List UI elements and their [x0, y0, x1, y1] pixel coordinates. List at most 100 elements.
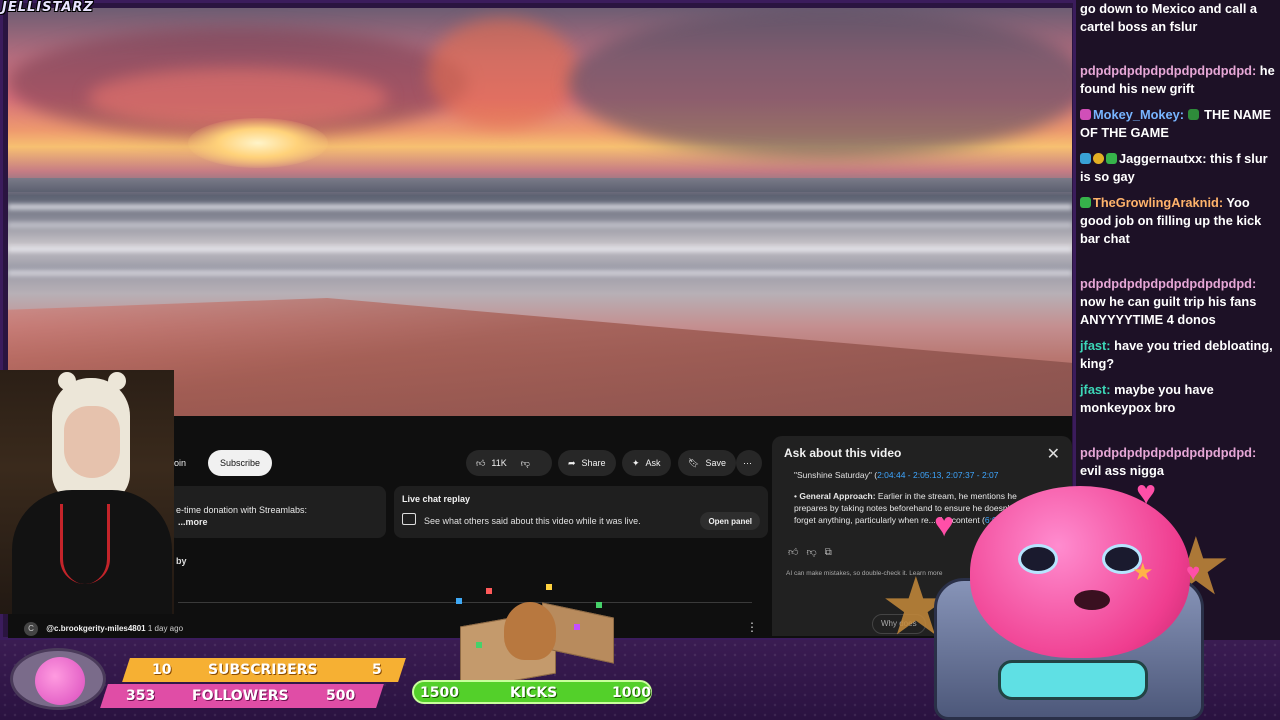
- mascot-eye: [1018, 544, 1058, 574]
- save-button[interactable]: 🔖︎ Save: [678, 450, 736, 476]
- ocean-wave: [8, 270, 1072, 276]
- live-chat-replay-card: Live chat replay See what others said ab…: [394, 486, 768, 538]
- heart-icon: ♥: [1136, 474, 1157, 512]
- followers-label: FOLLOWERS: [192, 688, 289, 704]
- close-icon[interactable]: ✕: [1047, 444, 1060, 464]
- comment-header: C @c.brookgerity-miles4801 1 day ago: [24, 622, 183, 636]
- lanyard: [60, 504, 110, 584]
- confetti: [476, 642, 482, 648]
- channel-logo: JELLISTARZ: [2, 0, 94, 15]
- more-horizontal-icon: ⋯: [743, 457, 752, 468]
- cat-icon: [504, 602, 556, 660]
- star-badge-icon: [1080, 109, 1091, 120]
- video-player[interactable]: [8, 8, 1072, 416]
- ocean-wave: [8, 246, 1072, 252]
- kicks-current: 1500: [420, 685, 459, 701]
- subscribers-target: 5: [372, 662, 382, 678]
- kicks-goal-bar: 1500 KICKS 1000: [412, 680, 652, 704]
- chat-message: jfast: maybe you have monkeypox bro: [1080, 381, 1278, 417]
- ocean-wave: [8, 222, 1072, 228]
- confetti: [546, 584, 552, 590]
- one-badge-icon: [1093, 153, 1104, 164]
- thumbs-down-icon[interactable]: 👎︎: [521, 458, 530, 469]
- chat-username[interactable]: pdpdpdpdpdpdpdpdpdpdpd:: [1080, 276, 1256, 291]
- query-prefix: "Sunshine Saturday" (: [794, 470, 878, 480]
- confetti: [574, 624, 580, 630]
- sky-cloud: [428, 18, 578, 128]
- like-count: 11K: [491, 458, 507, 468]
- sky-cloud: [568, 8, 1072, 158]
- sparkle-icon: ✦: [632, 457, 640, 468]
- sub-badge-icon: [1080, 153, 1091, 164]
- chat-username[interactable]: Jaggernautxx:: [1119, 151, 1206, 166]
- chat-message: Mokey_Mokey: THE NAME OF THE GAME: [1080, 106, 1278, 142]
- subscribe-button[interactable]: Subscribe: [208, 450, 273, 476]
- streamer-face: [64, 406, 120, 478]
- channel-avatar: [10, 648, 106, 710]
- star-badge-icon: [1080, 197, 1091, 208]
- sunset-sun: [188, 118, 328, 168]
- mascot-screen: [998, 660, 1148, 700]
- byline: by: [176, 556, 187, 566]
- feedback-icons[interactable]: 👍︎👎︎⧉: [788, 546, 840, 558]
- chat-username[interactable]: pdpdpdpdpdpdpdpdpdpdpd:: [1080, 445, 1256, 460]
- share-label: Share: [581, 458, 606, 468]
- kicks-label: KICKS: [510, 685, 558, 701]
- open-panel-button[interactable]: Open panel: [700, 512, 760, 530]
- chat-username[interactable]: jfast:: [1080, 338, 1111, 353]
- confetti: [486, 588, 492, 594]
- hat-ear: [108, 372, 126, 390]
- kicks-target: 1000: [612, 685, 651, 701]
- chat-message: go down to Mexico and call a cartel boss…: [1080, 0, 1278, 36]
- chat-message: Jaggernautxx: this f slur is so gay: [1080, 150, 1278, 186]
- commenter-avatar[interactable]: C: [24, 622, 38, 636]
- stream-overlay: JELLISTARZ oin Subscribe 👍︎ 11K 👎︎ ➦ Sha…: [0, 0, 1280, 720]
- share-icon: ➦: [568, 457, 576, 468]
- heart-icon: ♥: [1186, 559, 1201, 586]
- ocean-wave: [8, 204, 1072, 210]
- description-more-link[interactable]: ...more: [176, 516, 386, 528]
- mascot-body: [970, 486, 1190, 658]
- jelly-mascot: ♥ ♥ ♥ ★: [914, 470, 1234, 720]
- description-text: e-time donation with Streamlabs:: [176, 505, 308, 515]
- chat-message: TheGrowlingAraknid: Yoo good job on fill…: [1080, 194, 1278, 248]
- green-emote-icon: [1187, 109, 1199, 120]
- chat-username[interactable]: Mokey_Mokey:: [1093, 107, 1184, 122]
- star-icon: ★: [1132, 559, 1154, 586]
- star-badge-icon: [1106, 153, 1117, 164]
- live-chat-subtitle: See what others said about this video wh…: [424, 516, 641, 526]
- share-button[interactable]: ➦ Share: [558, 450, 616, 476]
- ocean-horizon: [8, 178, 1072, 192]
- chat-icon: [402, 513, 416, 525]
- jelly-mascot-icon: [35, 657, 85, 705]
- commenter-handle[interactable]: @c.brookgerity-miles4801: [46, 624, 145, 633]
- heart-icon: ♥: [934, 506, 955, 544]
- followers-target: 500: [326, 688, 356, 704]
- ask-button[interactable]: ✦ Ask: [622, 450, 671, 476]
- gift-box-alert: [446, 584, 622, 691]
- join-button[interactable]: oin: [174, 458, 186, 468]
- followers-current: 353: [126, 688, 156, 704]
- confetti: [456, 598, 462, 604]
- hat-ear: [58, 372, 76, 390]
- description-box[interactable]: e-time donation with Streamlabs: ...more: [168, 486, 386, 538]
- webcam-feed: [0, 370, 174, 614]
- comment-menu-icon[interactable]: ⋮: [746, 620, 758, 634]
- thumbs-up-icon: 👍︎: [476, 457, 486, 468]
- more-actions-button[interactable]: ⋯: [736, 450, 762, 476]
- subscribers-label: SUBSCRIBERS: [208, 662, 318, 678]
- chat-username[interactable]: jfast:: [1080, 382, 1111, 397]
- chat-username[interactable]: TheGrowlingAraknid:: [1093, 195, 1223, 210]
- followers-goal-bar: 353 FOLLOWERS 500: [100, 684, 384, 708]
- ask-label: Ask: [645, 458, 661, 468]
- chat-message-text: now he can guilt trip his fans ANYYYYTIM…: [1080, 294, 1257, 327]
- mascot-mouth: [1074, 590, 1110, 610]
- ask-panel-title: Ask about this video: [784, 446, 902, 460]
- chat-message: pdpdpdpdpdpdpdpdpdpdpd: now he can guilt…: [1080, 275, 1278, 329]
- like-dislike-button[interactable]: 👍︎ 11K 👎︎: [466, 450, 552, 476]
- chat-message: pdpdpdpdpdpdpdpdpdpdpd: he found his new…: [1080, 62, 1278, 98]
- save-label: Save: [705, 458, 726, 468]
- live-chat-title: Live chat replay: [402, 494, 471, 504]
- answer-heading: General Approach:: [799, 491, 876, 501]
- chat-username[interactable]: pdpdpdpdpdpdpdpdpdpdpd:: [1080, 63, 1256, 78]
